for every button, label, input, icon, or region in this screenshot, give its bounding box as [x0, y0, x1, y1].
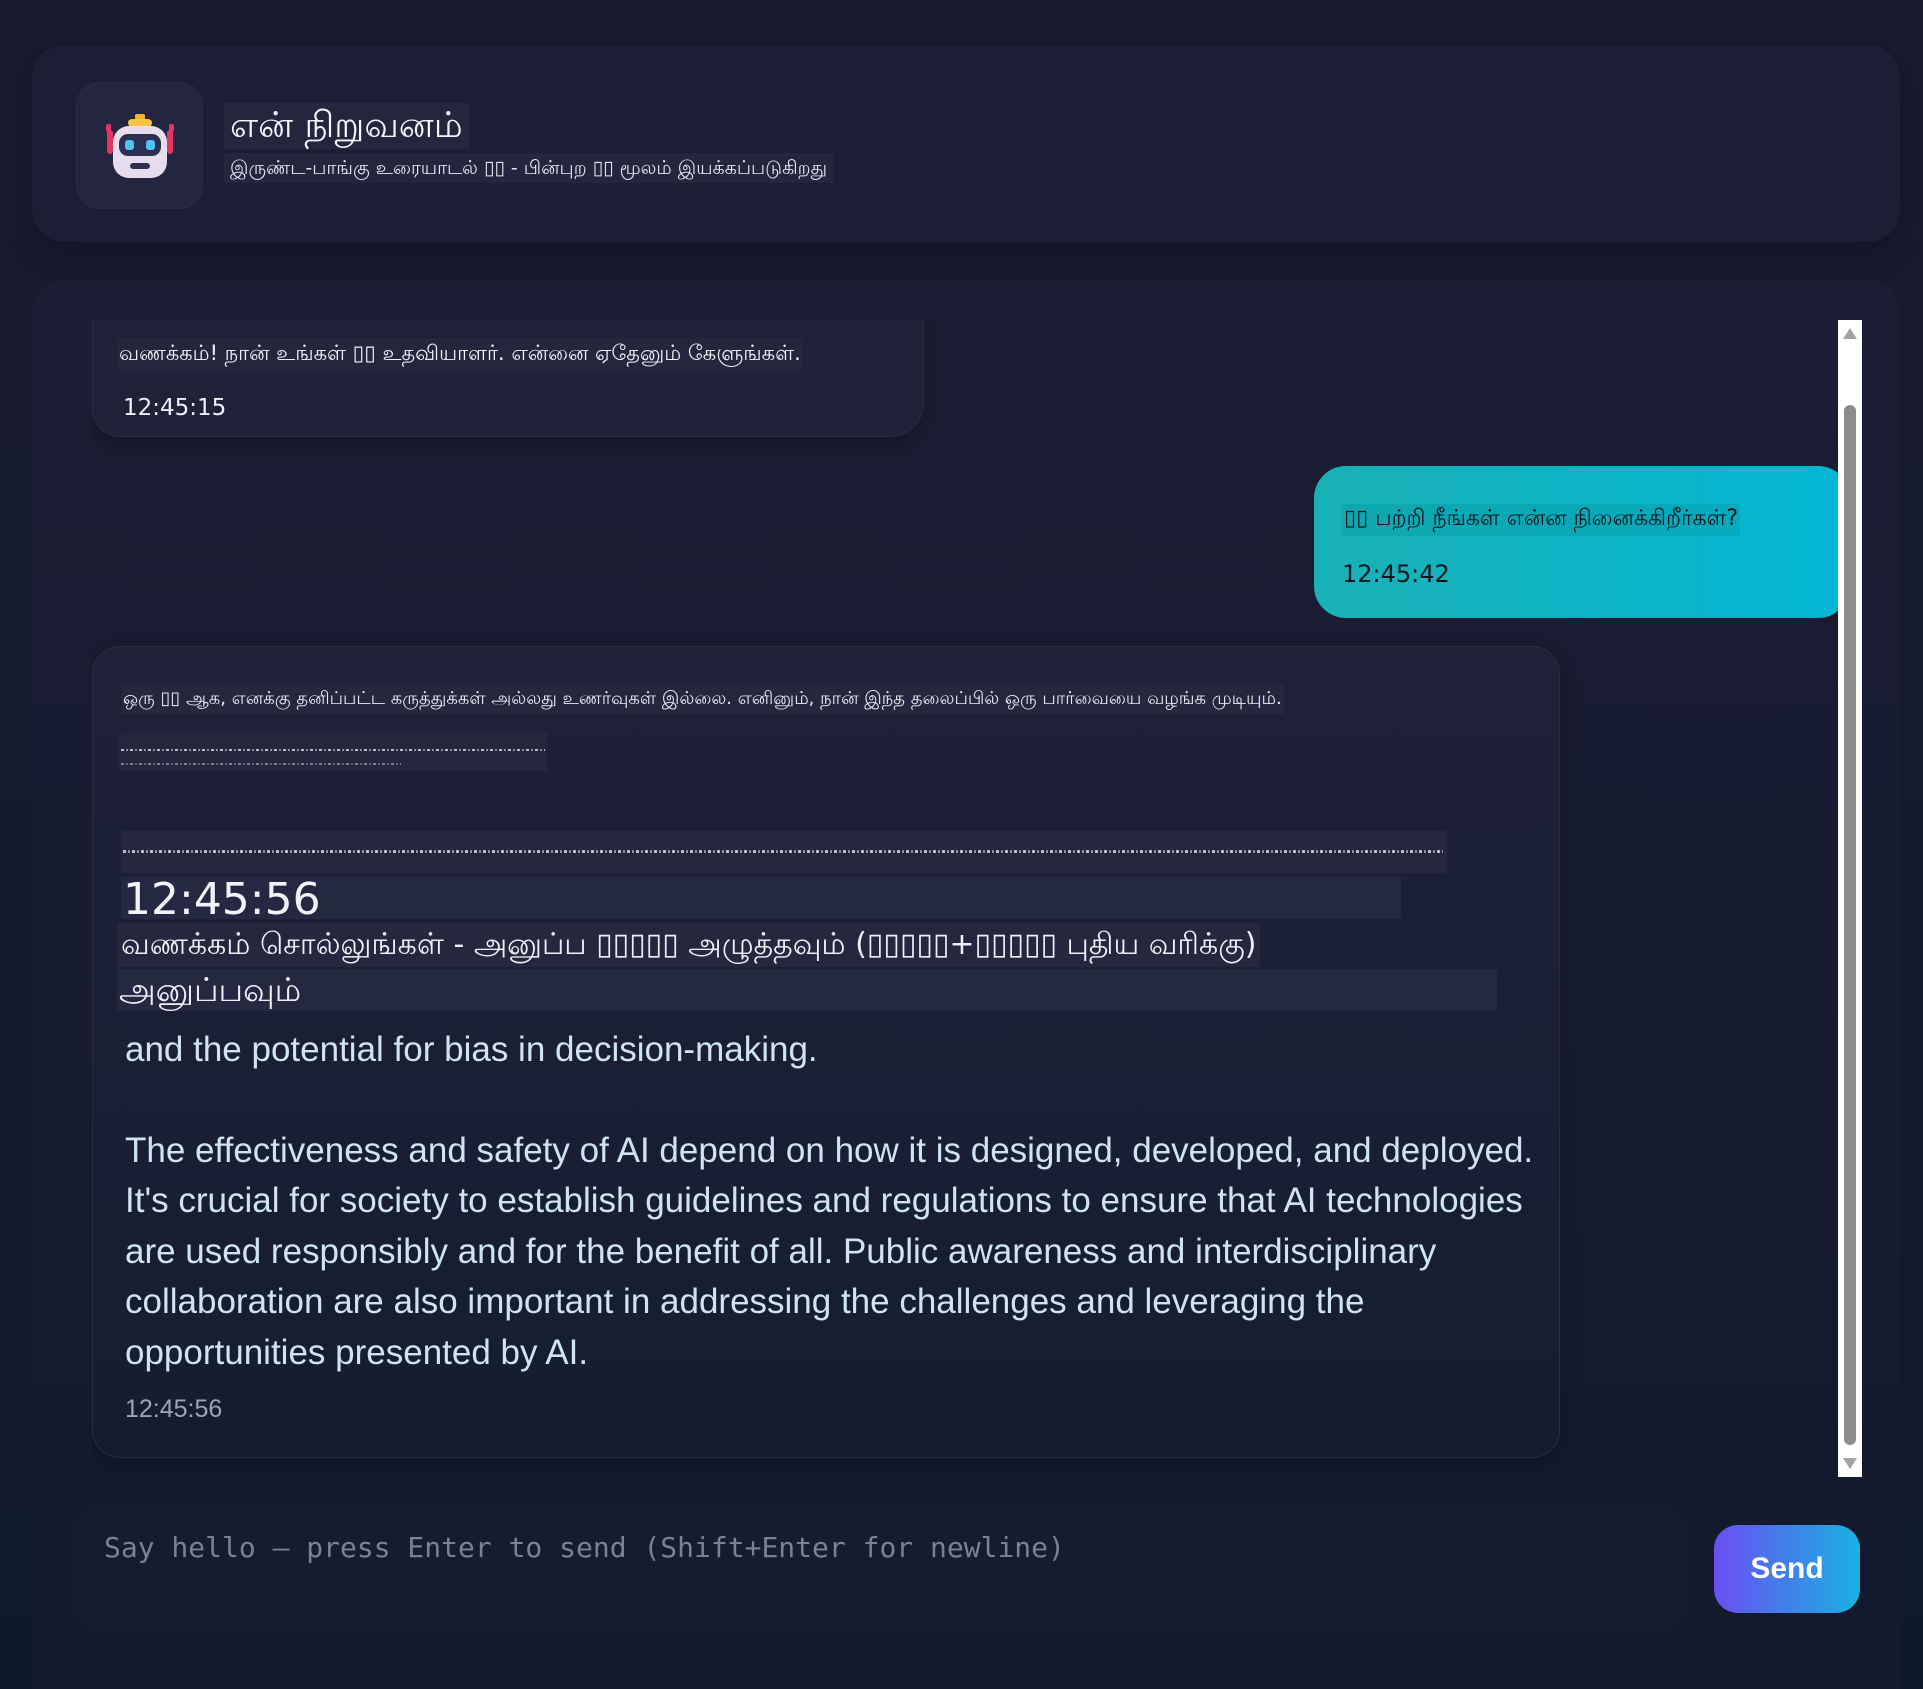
message-timestamp: 12:45:42	[1342, 560, 1450, 588]
message-timestamp: 12:45:56	[121, 875, 1401, 925]
assistant-message: வணக்கம்! நான் உங்கள் ▯▯ உதவியாளர். என்னை…	[92, 320, 924, 437]
overlapped-send-text: அனுப்பவும்	[119, 970, 302, 1009]
message-paragraph: and the potential for bias in decision-m…	[125, 1030, 818, 1069]
message-timestamp: 12:45:56	[125, 1395, 223, 1423]
message-scrollbar[interactable]	[1838, 320, 1862, 1477]
chat-panel: வணக்கம்! நான் உங்கள் ▯▯ உதவியாளர். என்னை…	[32, 280, 1900, 1689]
avatar	[76, 82, 203, 209]
send-button[interactable]: Send	[1714, 1525, 1860, 1613]
message-input[interactable]	[74, 1506, 1686, 1631]
message-composer	[74, 1506, 1686, 1631]
overlapped-send-text-row: அனுப்பவும்	[117, 969, 1497, 1011]
header: என் நிறுவனம் இருண்ட-பாங்கு உரையாடல் ▯▯ -…	[32, 45, 1900, 242]
overlapped-hint-text: வணக்கம் சொல்லுங்கள் - அனுப்ப ▯▯▯▯▯ அழுத்…	[117, 923, 1261, 967]
scroll-down-arrow-icon[interactable]	[1843, 1458, 1857, 1469]
message-paragraph: The effectiveness and safety of AI depen…	[125, 1130, 1534, 1372]
chat-app: என் நிறுவனம் இருண்ட-பாங்கு உரையாடல் ▯▯ -…	[0, 0, 1923, 1689]
message-text: ▯▯ பற்றி நீங்கள் என்ன நினைக்கிறீர்கள்?	[1342, 504, 1741, 536]
message-body: and the potential for bias in decision-m…	[125, 1025, 1545, 1378]
garbled-text	[121, 831, 1447, 873]
message-timestamp: 12:45:15	[123, 395, 227, 421]
scroll-thumb[interactable]	[1844, 405, 1856, 1445]
message-list[interactable]: வணக்கம்! நான் உங்கள் ▯▯ உதவியாளர். என்னை…	[92, 320, 1870, 1477]
scroll-up-arrow-icon[interactable]	[1843, 328, 1857, 339]
overlapped-timestamp-text: 12:45:56	[123, 874, 321, 925]
message-text: ஒரு ▯▯ ஆக, எனக்கு தனிப்பட்ட கருத்துக்கள்…	[121, 685, 1284, 714]
user-message: ▯▯ பற்றி நீங்கள் என்ன நினைக்கிறீர்கள்? 1…	[1314, 466, 1850, 618]
garbled-text	[119, 733, 547, 771]
robot-icon	[106, 114, 174, 178]
page-title: என் நிறுவனம்	[224, 103, 469, 149]
assistant-message: ஒரு ▯▯ ஆக, எனக்கு தனிப்பட்ட கருத்துக்கள்…	[92, 646, 1560, 1458]
page-subtitle: இருண்ட-பாங்கு உரையாடல் ▯▯ - பின்புற ▯▯ ம…	[224, 153, 834, 183]
message-text: வணக்கம்! நான் உங்கள் ▯▯ உதவியாளர். என்னை…	[117, 338, 803, 371]
